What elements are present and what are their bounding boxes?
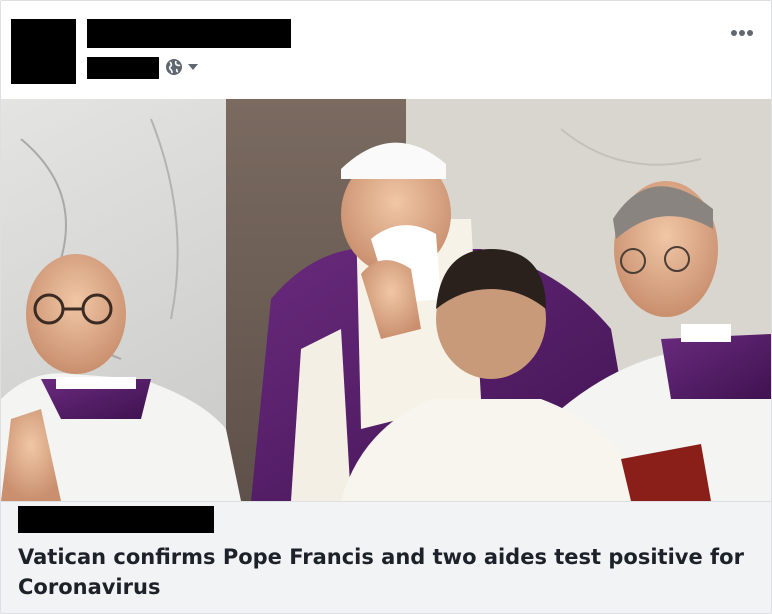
link-preview[interactable]: Vatican confirms Pope Francis and two ai… bbox=[1, 501, 771, 613]
timestamp-redacted[interactable] bbox=[87, 57, 159, 79]
link-headline[interactable]: Vatican confirms Pope Francis and two ai… bbox=[18, 542, 758, 602]
source-domain-redacted bbox=[18, 506, 214, 533]
caret-down-icon[interactable] bbox=[188, 64, 198, 70]
post-image[interactable] bbox=[1, 99, 771, 501]
globe-icon[interactable] bbox=[165, 58, 183, 76]
feed-post: Vatican confirms Pope Francis and two ai… bbox=[0, 0, 772, 614]
avatar-redacted[interactable] bbox=[11, 19, 76, 84]
pope-photo bbox=[1, 99, 771, 501]
author-name-redacted[interactable] bbox=[87, 19, 291, 48]
more-options-icon[interactable] bbox=[731, 23, 759, 39]
post-header bbox=[1, 1, 771, 99]
